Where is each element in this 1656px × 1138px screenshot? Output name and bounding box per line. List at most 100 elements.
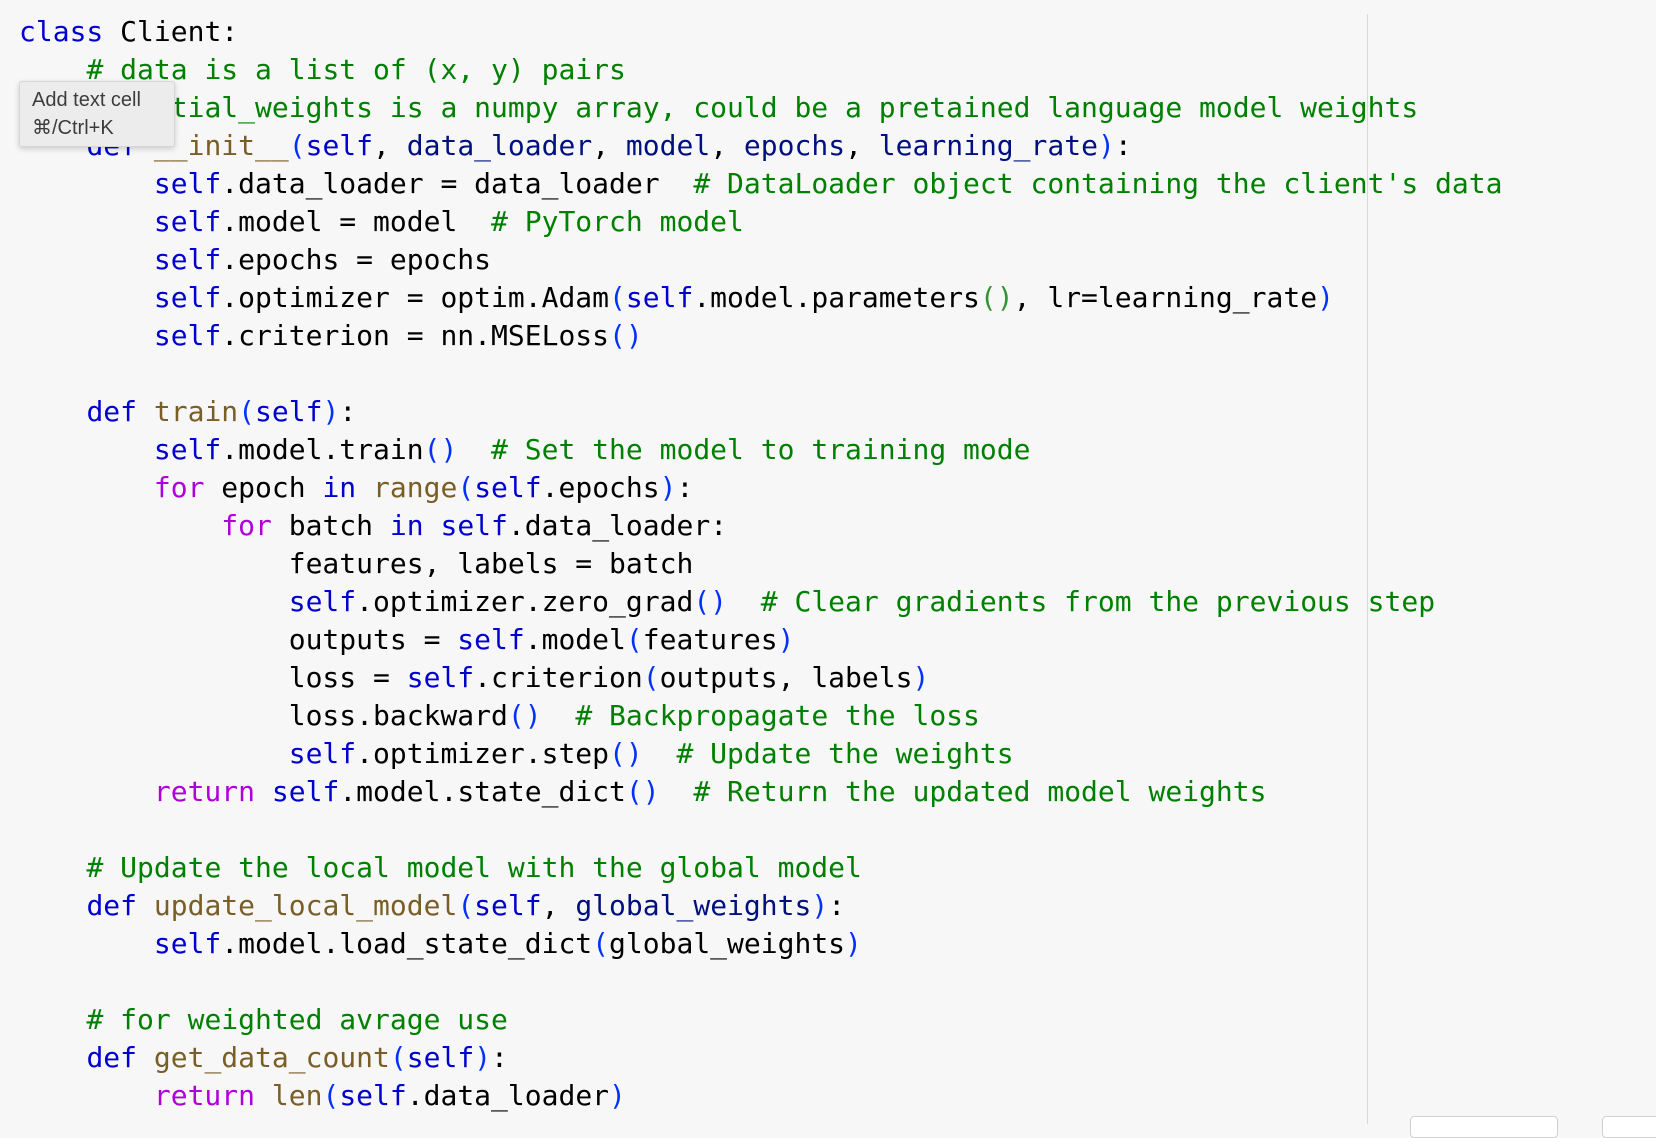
code-token: .model.train bbox=[221, 433, 424, 466]
code-token: return bbox=[153, 775, 256, 808]
code-token: def bbox=[86, 1041, 138, 1074]
code-token: loss.backward bbox=[19, 699, 508, 732]
code-token: : bbox=[828, 889, 846, 922]
code-token: ) bbox=[659, 471, 677, 504]
code-token: .data_loader bbox=[406, 1079, 610, 1112]
code-token: update_local_model bbox=[153, 889, 458, 922]
code-token: .model = model bbox=[221, 205, 492, 238]
code-token: ) bbox=[322, 395, 340, 428]
code-token: learning_rate bbox=[878, 129, 1098, 162]
code-token: self bbox=[625, 281, 694, 314]
cell-toolbar-button[interactable] bbox=[1602, 1116, 1656, 1138]
code-token: global_weights bbox=[609, 927, 846, 960]
code-token: self bbox=[271, 775, 340, 808]
code-token: self bbox=[339, 1079, 407, 1112]
code-token: self bbox=[153, 927, 222, 960]
code-line[interactable]: for batch in self.data_loader: bbox=[19, 507, 1502, 545]
code-token: ) bbox=[609, 1079, 626, 1112]
code-line[interactable]: # Update the local model with the global… bbox=[19, 849, 1502, 887]
code-line[interactable]: self.data_loader = data_loader # DataLoa… bbox=[19, 165, 1503, 203]
code-token: () bbox=[609, 737, 643, 770]
code-token: ( bbox=[625, 623, 643, 656]
code-token: ) bbox=[811, 889, 829, 922]
code-token: self bbox=[153, 319, 222, 352]
code-token: for bbox=[153, 471, 205, 504]
code-token: .model.parameters bbox=[693, 281, 980, 314]
code-line[interactable]: loss.backward() # Backpropagate the loss bbox=[19, 697, 1502, 735]
code-token: : bbox=[676, 471, 694, 504]
code-line[interactable] bbox=[19, 355, 1502, 393]
code-cell-editor[interactable]: class Client: # data is a list of (x, y)… bbox=[0, 0, 1656, 1138]
code-line[interactable]: for epoch in range(self.epochs): bbox=[19, 469, 1502, 507]
code-token: self bbox=[153, 281, 222, 314]
code-line[interactable]: # initial_weights is a numpy array, coul… bbox=[19, 89, 1502, 127]
code-token: # PyTorch model bbox=[491, 205, 744, 238]
code-line[interactable]: outputs = self.model(features) bbox=[19, 621, 1502, 659]
code-line[interactable]: # for weighted avrage use bbox=[19, 1001, 1502, 1039]
code-line[interactable]: self.epochs = epochs bbox=[19, 241, 1502, 279]
code-token: ( bbox=[609, 281, 626, 314]
code-token: self bbox=[474, 471, 542, 504]
code-line[interactable]: self.model = model # PyTorch model bbox=[19, 203, 1502, 241]
code-line[interactable]: self.model.load_state_dict(global_weight… bbox=[19, 925, 1502, 963]
code-line[interactable]: self.criterion = nn.MSELoss() bbox=[19, 317, 1502, 355]
code-line[interactable]: class Client: bbox=[19, 13, 1502, 51]
code-line[interactable]: def update_local_model(self, global_weig… bbox=[19, 887, 1502, 925]
code-token: ( bbox=[322, 1079, 340, 1112]
code-token: Client: bbox=[103, 15, 239, 48]
code-line[interactable]: features, labels = batch bbox=[19, 545, 1502, 583]
code-token: len bbox=[271, 1079, 323, 1112]
code-token: .optimizer.step bbox=[356, 737, 610, 770]
code-line[interactable]: loss = self.criterion(outputs, labels) bbox=[19, 659, 1502, 697]
code-line[interactable]: self.model.train() # Set the model to tr… bbox=[19, 431, 1502, 469]
code-line[interactable]: def __init__(self, data_loader, model, e… bbox=[19, 127, 1502, 165]
code-line[interactable]: return len(self.data_loader) bbox=[19, 1077, 1502, 1115]
code-token: ( bbox=[592, 927, 610, 960]
cell-toolbar-button[interactable] bbox=[1410, 1116, 1558, 1138]
code-line[interactable]: def train(self): bbox=[19, 393, 1502, 431]
code-token: .criterion = nn.MSELoss bbox=[221, 319, 610, 352]
code-token: .data_loader: bbox=[507, 509, 728, 542]
code-line[interactable] bbox=[19, 811, 1502, 849]
code-token: self bbox=[153, 205, 222, 238]
code-token: self bbox=[153, 167, 222, 200]
code-token: self bbox=[440, 509, 508, 542]
code-token: features bbox=[642, 623, 778, 656]
code-line[interactable]: self.optimizer.zero_grad() # Clear gradi… bbox=[19, 583, 1502, 621]
code-line[interactable]: self.optimizer = optim.Adam(self.model.p… bbox=[19, 279, 1502, 317]
code-token: ( bbox=[238, 395, 256, 428]
code-token: self bbox=[406, 1041, 475, 1074]
code-token: () bbox=[693, 585, 728, 618]
code-token: .epochs = epochs bbox=[221, 243, 492, 276]
code-token: train bbox=[153, 395, 239, 428]
code-token: epochs bbox=[743, 129, 846, 162]
code-block[interactable]: class Client: # data is a list of (x, y)… bbox=[19, 13, 1502, 1115]
code-line[interactable] bbox=[19, 963, 1502, 1001]
code-token: .model.state_dict bbox=[339, 775, 626, 808]
code-line[interactable]: def get_data_count(self): bbox=[19, 1039, 1502, 1077]
code-token: , bbox=[541, 889, 576, 922]
code-token: , bbox=[592, 129, 626, 162]
code-line[interactable]: self.optimizer.step() # Update the weigh… bbox=[19, 735, 1502, 773]
code-token: range bbox=[373, 471, 458, 504]
code-line[interactable]: return self.model.state_dict() # Return … bbox=[19, 773, 1502, 811]
code-token: # initial_weights is a numpy array, coul… bbox=[86, 91, 1419, 124]
code-token: # Update the local model with the global… bbox=[86, 851, 862, 884]
code-token: self bbox=[474, 889, 542, 922]
code-token: () bbox=[423, 433, 458, 466]
code-token: () bbox=[507, 699, 542, 732]
code-line[interactable]: # data is a list of (x, y) pairs bbox=[19, 51, 1502, 89]
code-token: self bbox=[288, 585, 357, 618]
